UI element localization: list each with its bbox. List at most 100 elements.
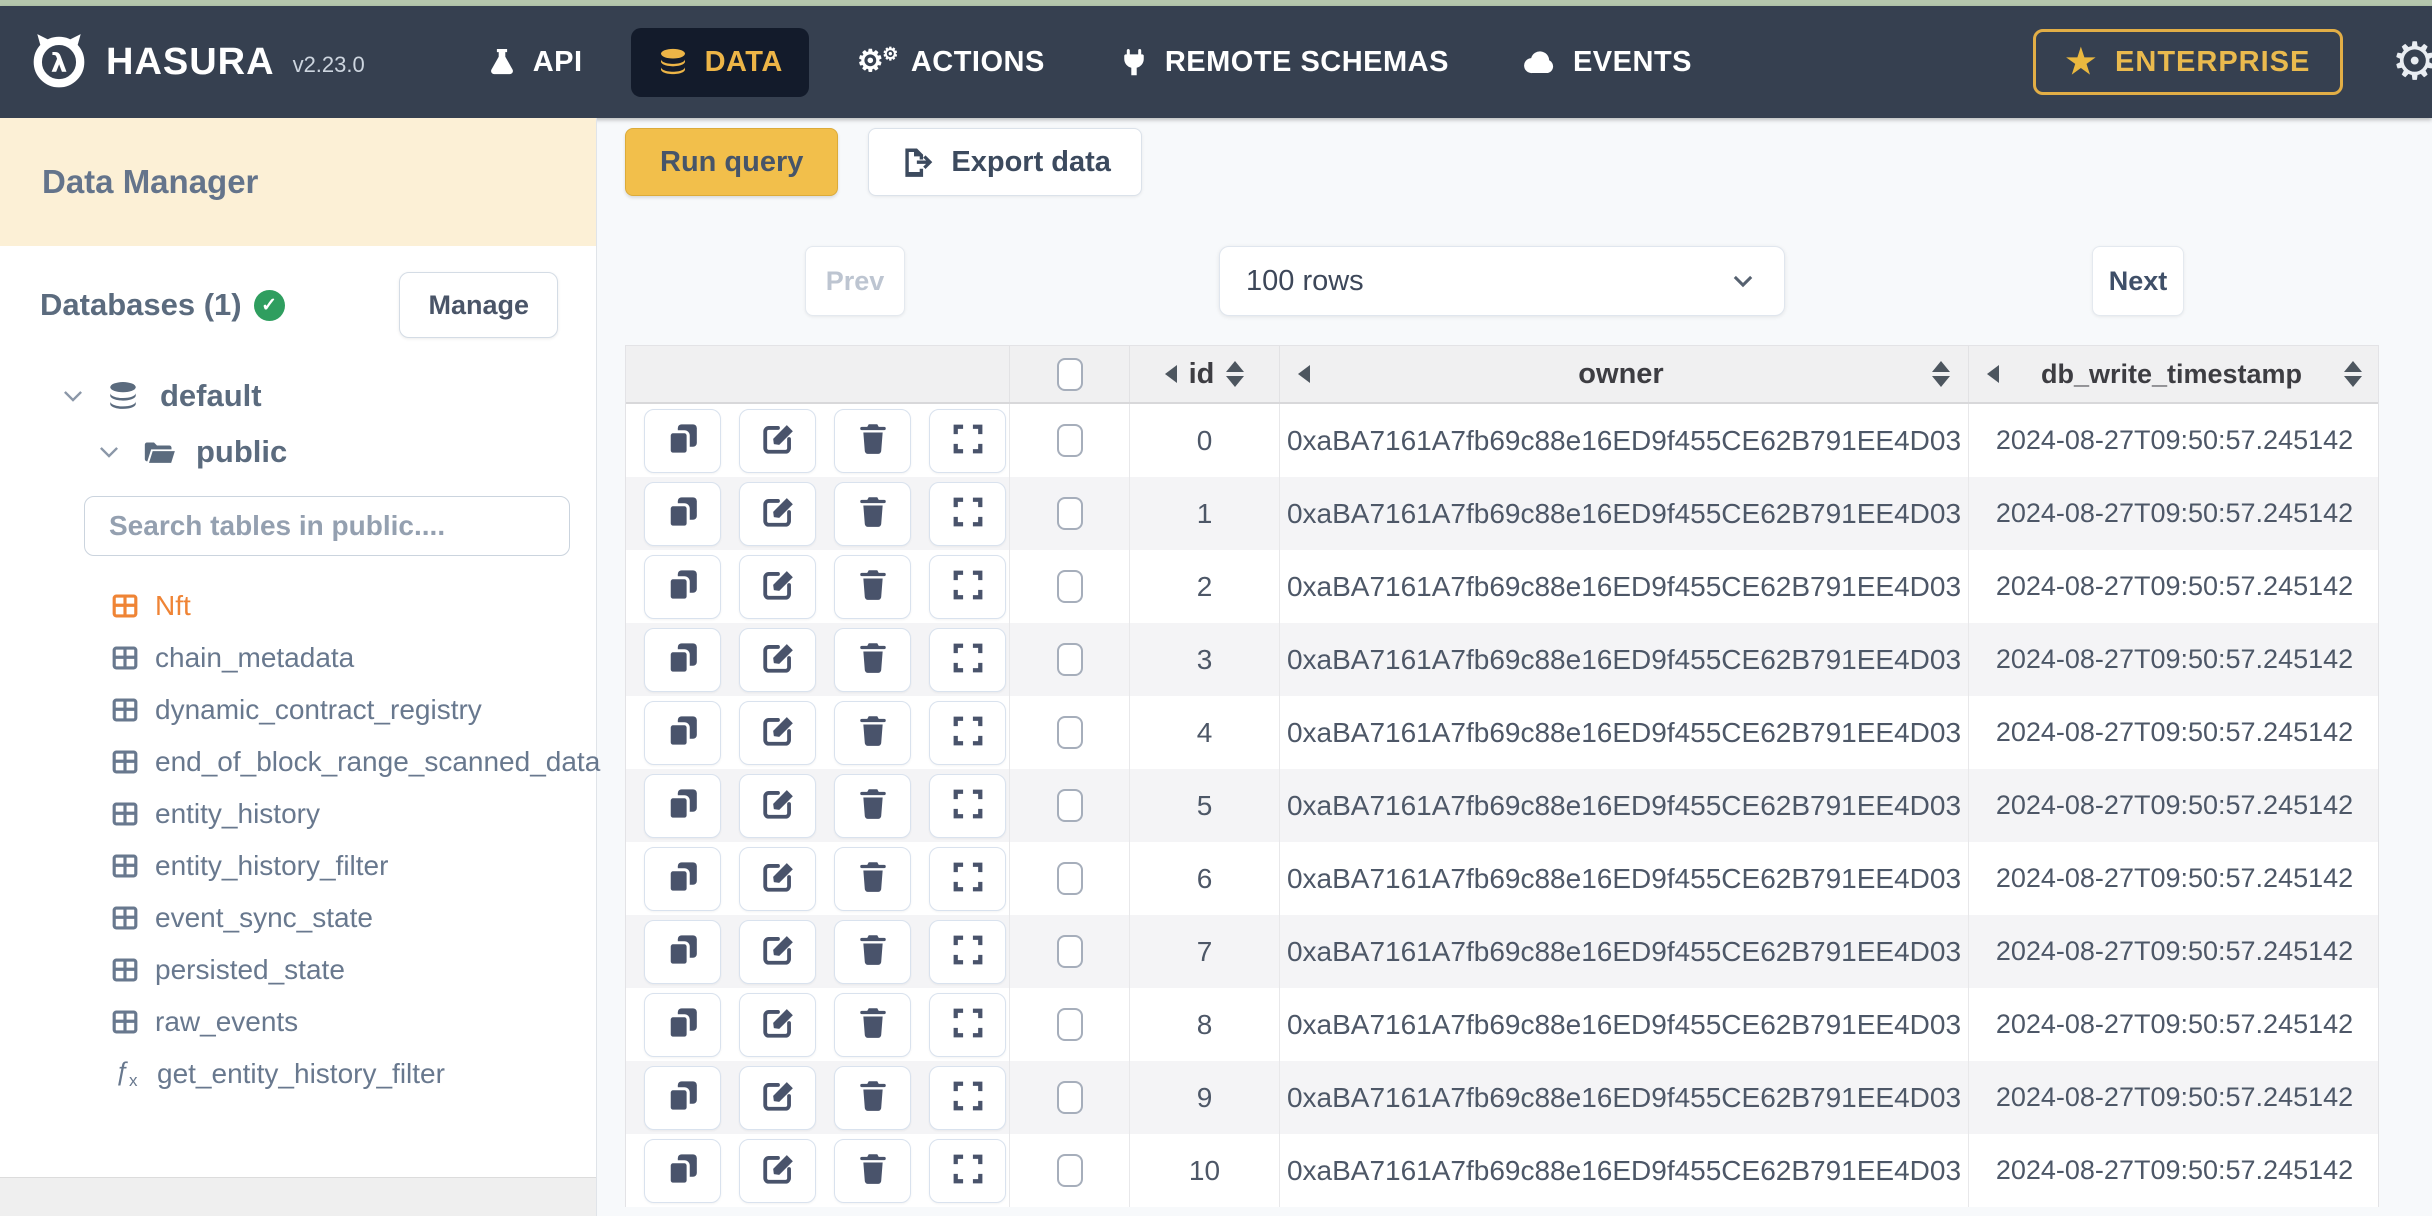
brand-name: HASURA [106, 40, 275, 83]
row-checkbox[interactable] [1056, 570, 1083, 603]
header-db-write-timestamp[interactable]: db_write_timestamp [1969, 346, 2380, 402]
sidebar-table-item[interactable]: raw_events [0, 996, 596, 1048]
expand-row-button[interactable] [929, 919, 1006, 984]
expand-row-button[interactable] [929, 1065, 1006, 1130]
sidebar-table-item[interactable]: entity_history_filter [0, 840, 596, 892]
nav-item-events[interactable]: EVENTS [1497, 28, 1718, 97]
edit-row-button[interactable] [739, 773, 816, 838]
sidebar-table-item[interactable]: persisted_state [0, 944, 596, 996]
nav-item-remote-schemas[interactable]: REMOTE SCHEMAS [1093, 28, 1475, 97]
edit-row-button[interactable] [739, 554, 816, 619]
sort-icon[interactable] [1932, 361, 1950, 387]
sidebar-table-item[interactable]: event_sync_state [0, 892, 596, 944]
brand[interactable]: λ HASURA v2.23.0 [28, 29, 365, 96]
edit-row-button[interactable] [739, 846, 816, 911]
collapse-column-icon[interactable] [1987, 365, 1999, 383]
rows-per-page-select[interactable]: 100 rows [1219, 246, 1785, 316]
row-checkbox[interactable] [1056, 497, 1083, 530]
delete-row-button[interactable] [834, 627, 911, 692]
header-id[interactable]: id [1130, 346, 1280, 402]
collapse-column-icon[interactable] [1298, 365, 1310, 383]
delete-row-button[interactable] [834, 1065, 911, 1130]
delete-row-button[interactable] [834, 919, 911, 984]
select-all-checkbox[interactable] [1056, 357, 1083, 391]
expand-icon [950, 786, 986, 825]
gear-icon[interactable]: ⚙ [2391, 36, 2432, 88]
next-page-button[interactable]: Next [2092, 246, 2184, 316]
edit-row-button[interactable] [739, 919, 816, 984]
clone-row-button[interactable] [644, 554, 721, 619]
clone-row-button[interactable] [644, 408, 721, 473]
collapse-column-icon[interactable] [1164, 365, 1177, 383]
expand-row-button[interactable] [929, 481, 1006, 546]
nav-item-actions[interactable]: ⚙ ⚙ ACTIONS [831, 27, 1071, 97]
expand-row-button[interactable] [929, 700, 1006, 765]
sidebar-table-item[interactable]: chain_metadata [0, 632, 596, 684]
tree-node-public[interactable]: public [0, 424, 596, 480]
row-checkbox[interactable] [1056, 1081, 1083, 1114]
run-query-button[interactable]: Run query [625, 128, 839, 196]
clone-row-button[interactable] [644, 1138, 721, 1203]
clone-row-button[interactable] [644, 846, 721, 911]
clone-row-button[interactable] [644, 481, 721, 546]
delete-row-button[interactable] [834, 1138, 911, 1203]
row-checkbox[interactable] [1056, 643, 1083, 676]
sort-icon[interactable] [2344, 361, 2362, 387]
export-data-button[interactable]: Export data [868, 128, 1142, 196]
sidebar-table-item[interactable]: Nft [0, 580, 596, 632]
edit-row-button[interactable] [739, 481, 816, 546]
clone-row-button[interactable] [644, 773, 721, 838]
sort-icon[interactable] [1226, 361, 1245, 387]
databases-row: Databases (1) ✓ Manage [0, 246, 596, 338]
row-checkbox[interactable] [1056, 716, 1083, 749]
clone-row-button[interactable] [644, 1065, 721, 1130]
prev-page-button[interactable]: Prev [805, 246, 905, 316]
sidebar-table-item[interactable]: entity_history [0, 788, 596, 840]
edit-row-button[interactable] [739, 992, 816, 1057]
delete-row-button[interactable] [834, 846, 911, 911]
row-checkbox[interactable] [1056, 862, 1083, 895]
clone-row-button[interactable] [644, 919, 721, 984]
clone-row-button[interactable] [644, 700, 721, 765]
nav-item-data[interactable]: DATA [630, 27, 809, 97]
row-actions [626, 769, 1010, 842]
delete-row-button[interactable] [834, 700, 911, 765]
expand-row-button[interactable] [929, 846, 1006, 911]
edit-row-button[interactable] [739, 1065, 816, 1130]
row-checkbox[interactable] [1056, 935, 1083, 968]
row-actions [626, 404, 1010, 477]
search-tables-input[interactable] [84, 496, 570, 556]
delete-row-button[interactable] [834, 408, 911, 473]
chevron-down-icon[interactable] [60, 383, 86, 409]
chevron-down-icon[interactable] [96, 439, 122, 465]
clone-row-button[interactable] [644, 627, 721, 692]
sidebar-table-item[interactable]: ƒx get_entity_history_filter [0, 1048, 596, 1100]
enterprise-button[interactable]: ★ ENTERPRISE [2032, 29, 2344, 95]
delete-row-button[interactable] [834, 992, 911, 1057]
row-checkbox[interactable] [1056, 1008, 1083, 1041]
expand-row-button[interactable] [929, 627, 1006, 692]
edit-row-button[interactable] [739, 700, 816, 765]
expand-row-button[interactable] [929, 554, 1006, 619]
edit-row-button[interactable] [739, 627, 816, 692]
row-checkbox[interactable] [1056, 424, 1083, 457]
edit-row-button[interactable] [739, 408, 816, 473]
delete-row-button[interactable] [834, 773, 911, 838]
nav-item-api[interactable]: API [461, 28, 609, 97]
row-checkbox[interactable] [1056, 789, 1083, 822]
expand-row-button[interactable] [929, 1138, 1006, 1203]
edit-row-button[interactable] [739, 1138, 816, 1203]
expand-row-button[interactable] [929, 773, 1006, 838]
expand-row-button[interactable] [929, 408, 1006, 473]
databases-label-wrap: Databases (1) ✓ [40, 287, 285, 323]
expand-row-button[interactable] [929, 992, 1006, 1057]
sidebar-table-item[interactable]: dynamic_contract_registry [0, 684, 596, 736]
tree-node-default[interactable]: default [0, 368, 596, 424]
header-owner[interactable]: owner [1280, 346, 1969, 402]
sidebar-table-item[interactable]: end_of_block_range_scanned_data [0, 736, 600, 788]
row-checkbox[interactable] [1056, 1154, 1083, 1187]
delete-row-button[interactable] [834, 481, 911, 546]
delete-row-button[interactable] [834, 554, 911, 619]
manage-button[interactable]: Manage [399, 272, 558, 338]
clone-row-button[interactable] [644, 992, 721, 1057]
